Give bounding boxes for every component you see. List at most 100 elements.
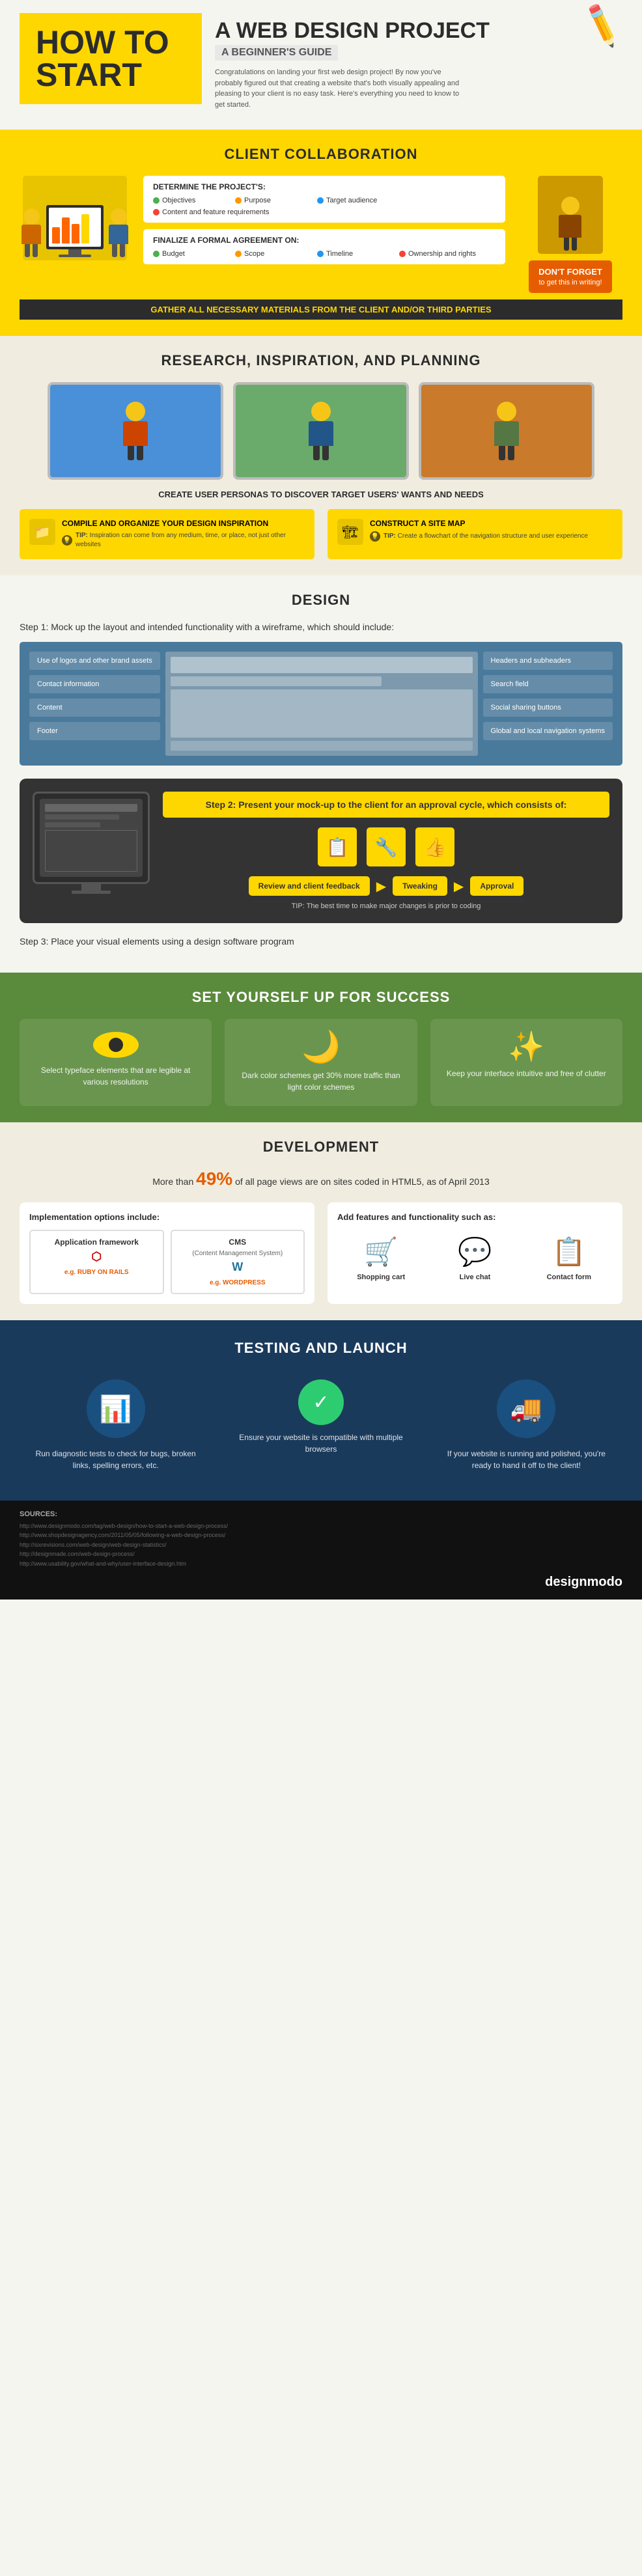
testing-cards-row: 📊 Run diagnostic tests to check for bugs… xyxy=(20,1370,622,1481)
compile-title: COMPILE AND ORGANIZE YOUR DESIGN INSPIRA… xyxy=(62,519,305,528)
success-card-1: Select typeface elements that are legibl… xyxy=(20,1019,212,1106)
how-to-text: HOW TO START xyxy=(36,26,186,91)
rails-example: e.g. RUBY ON RAILS xyxy=(37,1269,156,1276)
success-card-2: 🌙 Dark color schemes get 30% more traffi… xyxy=(225,1019,417,1106)
person-1 xyxy=(21,208,41,257)
step2-header: Step 2: Present your mock-up to the clie… xyxy=(163,792,609,818)
target-item: Target audience xyxy=(317,197,395,204)
dev-title: DEVELOPMENT xyxy=(20,1139,622,1156)
create-personas-text: CREATE USER PERSONAS TO DISCOVER TARGET … xyxy=(20,490,622,499)
gather-text: GATHER ALL NECESSARY MATERIALS FROM THE … xyxy=(20,299,622,320)
development-section: DEVELOPMENT More than 49% of all page vi… xyxy=(0,1122,642,1320)
testing-card-1: 📊 Run diagnostic tests to check for bugs… xyxy=(20,1370,212,1481)
sources-links: http://www.designmodo.com/tag/web-design… xyxy=(20,1521,622,1568)
bug-icon: 📊 xyxy=(87,1379,145,1438)
approval-step: Approval xyxy=(470,876,523,896)
construct-box: 🏗 CONSTRUCT A SITE MAP 💡 TIP: Create a f… xyxy=(328,509,622,559)
success-card-3: ✨ Keep your interface intuitive and free… xyxy=(430,1019,622,1106)
step3-text: Step 3: Place your visual elements using… xyxy=(20,936,622,947)
tip-icon-1: 💡 xyxy=(62,535,72,546)
step2-screen xyxy=(33,792,150,894)
compile-tip-text: TIP: Inspiration can come from any mediu… xyxy=(76,531,305,549)
compile-construct-row: 📁 COMPILE AND ORGANIZE YOUR DESIGN INSPI… xyxy=(20,509,622,559)
contact-form-card: 📋 Contact form xyxy=(525,1230,613,1288)
person-3 xyxy=(559,197,581,251)
live-chat-card: 💬 Live chat xyxy=(431,1230,518,1288)
checkmark-icon: ✓ xyxy=(298,1379,344,1425)
client-collab-title: CLIENT COLLABORATION xyxy=(20,146,622,163)
footer-section: SOURCES: http://www.designmodo.com/tag/w… xyxy=(0,1501,642,1600)
project-title: A WEB DESIGN PROJECT xyxy=(215,20,490,42)
features-box: Add features and functionality such as: … xyxy=(328,1202,622,1304)
collab-checklist: DETERMINE THE PROJECT'S: Objectives Purp… xyxy=(143,176,505,271)
wireframe-center xyxy=(165,652,478,756)
wf-nav: Global and local navigation systems xyxy=(483,722,613,740)
wrench-icon: 🔧 xyxy=(367,827,406,866)
wf-headers: Headers and subheaders xyxy=(483,652,613,670)
chat-label: Live chat xyxy=(438,1273,512,1281)
header-right-box: A WEB DESIGN PROJECT A BEGINNER'S GUIDE … xyxy=(215,13,490,110)
dont-forget-area: DON'T FORGET to get this in writing! xyxy=(518,176,622,293)
truck-icon: 🚚 xyxy=(497,1379,555,1438)
wf-logos: Use of logos and other brand assets xyxy=(29,652,160,670)
ownership-item: Ownership and rights xyxy=(399,250,477,258)
testing-card-3: 🚚 If your website is running and polishe… xyxy=(430,1370,622,1481)
cms-option: CMS (Content Management System) W e.g. W… xyxy=(171,1230,305,1294)
testing-card-2: ✓ Ensure your website is compatible with… xyxy=(225,1370,417,1481)
testing-section: TESTING AND LAUNCH 📊 Run diagnostic test… xyxy=(0,1320,642,1501)
wireframe-mockup: Use of logos and other brand assets Cont… xyxy=(20,642,622,766)
determine-box: DETERMINE THE PROJECT'S: Objectives Purp… xyxy=(143,176,505,223)
designmodo-brand: designmodo xyxy=(20,1575,622,1590)
clipboard-icon: 📋 xyxy=(318,827,357,866)
persona-screen-1 xyxy=(48,382,223,480)
wp-example: e.g. WORDPRESS xyxy=(178,1279,298,1286)
objectives-item: Objectives xyxy=(153,197,231,204)
tip-icon-2: 💡 xyxy=(370,531,380,542)
cart-label: Shopping cart xyxy=(344,1273,418,1281)
step2-box: Step 2: Present your mock-up to the clie… xyxy=(20,779,622,923)
persona-screen-3 xyxy=(419,382,594,480)
design-section: DESIGN Step 1: Mock up the layout and in… xyxy=(0,575,642,973)
impl-title: Implementation options include: xyxy=(29,1212,305,1222)
wf-social: Social sharing buttons xyxy=(483,699,613,717)
header-description: Congratulations on landing your first we… xyxy=(215,67,462,110)
person-2 xyxy=(109,208,128,257)
collab-illustration xyxy=(20,176,130,260)
wf-search: Search field xyxy=(483,675,613,693)
budget-item: Budget xyxy=(153,250,231,258)
form-label: Contact form xyxy=(532,1273,606,1281)
compile-box: 📁 COMPILE AND ORGANIZE YOUR DESIGN INSPI… xyxy=(20,509,314,559)
success-card-2-text: Dark color schemes get 30% more traffic … xyxy=(238,1070,404,1093)
purpose-item: Purpose xyxy=(235,197,313,204)
tweaking-step: Tweaking xyxy=(393,876,447,896)
success-card-3-text: Keep your interface intuitive and free o… xyxy=(443,1068,609,1079)
testing-card-3-text: If your website is running and polished,… xyxy=(440,1448,613,1471)
wordpress-logo: W xyxy=(178,1260,298,1274)
arrow-1: ▶ xyxy=(376,878,386,894)
research-title: RESEARCH, INSPIRATION, AND PLANNING xyxy=(20,352,622,369)
rails-logo: ⬡ xyxy=(37,1250,156,1264)
eye-illustration xyxy=(33,1032,199,1058)
wf-content: Content xyxy=(29,699,160,717)
guide-subtitle: A BEGINNER'S GUIDE xyxy=(215,45,338,61)
finalize-box: FINALIZE A FORMAL AGREEMENT ON: Budget S… xyxy=(143,229,505,264)
impl-options-row: Application framework ⬡ e.g. RUBY ON RAI… xyxy=(29,1230,305,1294)
sources-title: SOURCES: xyxy=(20,1510,622,1518)
folder-icon: 📁 xyxy=(29,519,55,545)
cart-icon: 🛒 xyxy=(344,1236,418,1268)
timeline-item: Timeline xyxy=(317,250,395,258)
dev-two-columns: Implementation options include: Applicat… xyxy=(20,1202,622,1304)
chat-icon: 💬 xyxy=(438,1236,512,1268)
features-title: Add features and functionality such as: xyxy=(337,1212,613,1222)
cms-sub: (Content Management System) xyxy=(178,1250,298,1257)
scope-item: Scope xyxy=(235,250,313,258)
collab-scene xyxy=(23,176,127,260)
wf-footer: Footer xyxy=(29,722,160,740)
chart-display xyxy=(46,205,104,257)
shopping-cart-card: 🛒 Shopping cart xyxy=(337,1230,425,1288)
cms-label: CMS xyxy=(178,1238,298,1247)
implementation-box: Implementation options include: Applicat… xyxy=(20,1202,314,1304)
right-person-scene xyxy=(538,176,603,254)
step2-tip: TIP: The best time to make major changes… xyxy=(163,902,609,910)
content-item: Content and feature requirements xyxy=(153,208,270,216)
